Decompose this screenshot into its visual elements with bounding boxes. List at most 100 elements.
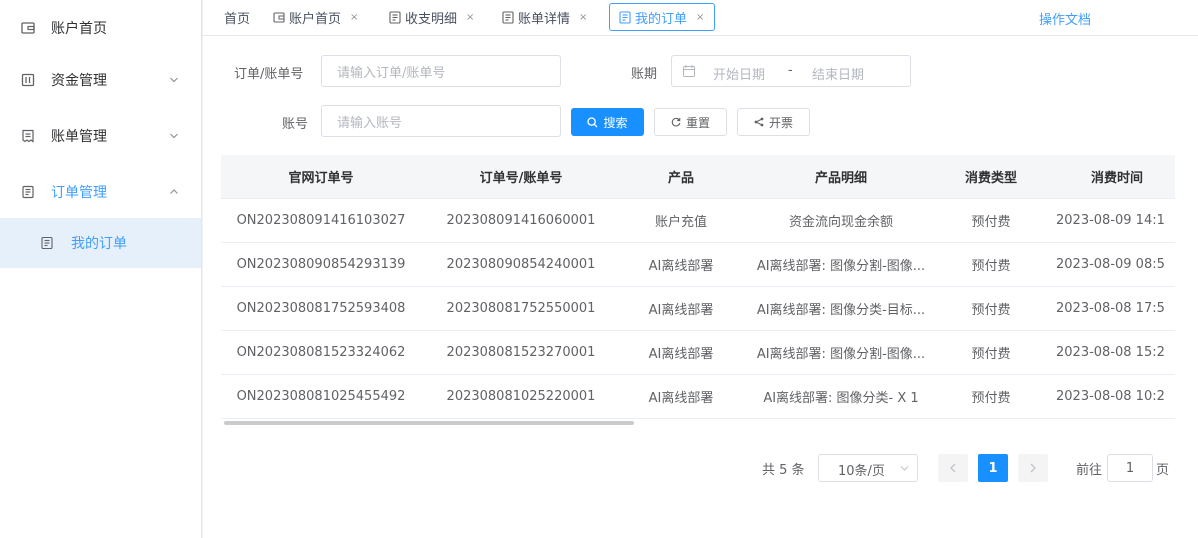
tab-my-orders[interactable]: 我的订单 × bbox=[609, 3, 716, 31]
table-cell: 2023-08-08 15:2 bbox=[1041, 330, 1175, 375]
table-cell: AI离线部署 bbox=[621, 286, 741, 331]
table-cell: AI离线部署: 图像分类-目标... bbox=[741, 286, 941, 331]
table-row[interactable]: ON202308091416103027 202308091416060001 … bbox=[221, 198, 1175, 243]
table-cell: AI离线部署 bbox=[621, 374, 741, 419]
orders-table: 官网订单号 订单号/账单号 产品 产品明细 消费类型 消费时间 ON202308… bbox=[221, 155, 1175, 427]
bill-icon bbox=[22, 129, 34, 143]
tab-label: 账单详情 bbox=[518, 11, 571, 27]
chevron-left-icon bbox=[950, 463, 956, 473]
order-icon bbox=[22, 185, 34, 199]
goto-label: 前往 bbox=[1076, 463, 1103, 478]
order-number-input[interactable]: 请输入订单/账单号 bbox=[321, 55, 561, 87]
chevron-down-icon bbox=[900, 466, 909, 471]
page-size-select[interactable]: 10条/页 bbox=[818, 454, 918, 482]
sidebar-subitem-my-orders[interactable]: 我的订单 bbox=[0, 218, 201, 268]
table-cell: 2023-08-09 14:1 bbox=[1041, 198, 1175, 243]
next-page-button[interactable] bbox=[1018, 454, 1048, 482]
table-cell: 202308081025220001 bbox=[421, 374, 621, 419]
account-input[interactable]: 请输入账号 bbox=[321, 105, 561, 137]
sidebar-item-order-management[interactable]: 订单管理 bbox=[0, 164, 201, 220]
table-cell: 202308081752550001 bbox=[421, 286, 621, 331]
end-date-placeholder[interactable]: 结束日期 bbox=[812, 64, 864, 83]
column-header: 产品 bbox=[621, 155, 741, 199]
table-cell: 202308090854240001 bbox=[421, 242, 621, 287]
table-row[interactable]: ON202308090854293139 202308090854240001 … bbox=[221, 242, 1175, 287]
close-icon[interactable]: × bbox=[579, 12, 587, 23]
horizontal-scrollbar[interactable] bbox=[224, 421, 634, 425]
table-cell: 202308081523270001 bbox=[421, 330, 621, 375]
close-icon[interactable]: × bbox=[696, 12, 704, 23]
fund-icon bbox=[21, 73, 35, 87]
tab-income-expense[interactable]: 收支明细 × bbox=[389, 3, 474, 31]
order-number-label: 订单/账单号 bbox=[234, 67, 304, 82]
table-cell: ON202308091416103027 bbox=[221, 198, 421, 243]
column-header: 消费时间 bbox=[1041, 155, 1175, 199]
sidebar-item-bill-management[interactable]: 账单管理 bbox=[0, 108, 201, 164]
sidebar-item-label: 账户首页 bbox=[51, 21, 107, 37]
pagination-total: 共 5 条 bbox=[762, 463, 805, 478]
account-label: 账号 bbox=[282, 117, 309, 132]
sidebar-item-label: 订单管理 bbox=[51, 185, 107, 201]
tab-bar: 首页 账户首页 × 收支明细 × 账单详情 × 我的订单 × 操作文档 bbox=[203, 0, 1198, 36]
prev-page-button[interactable] bbox=[938, 454, 968, 482]
table-row[interactable]: ON202308081752593408 202308081752550001 … bbox=[221, 286, 1175, 331]
table-cell: ON202308081752593408 bbox=[221, 286, 421, 331]
page-number-current[interactable]: 1 bbox=[978, 454, 1008, 482]
table-cell: ON202308081523324062 bbox=[221, 330, 421, 375]
reset-button-label: 重置 bbox=[685, 115, 710, 130]
table-row[interactable]: ON202308081025455492 202308081025220001 … bbox=[221, 374, 1175, 419]
sidebar-item-label: 资金管理 bbox=[51, 73, 107, 89]
table-cell: 2023-08-09 08:5 bbox=[1041, 242, 1175, 287]
chevron-right-icon bbox=[1030, 463, 1036, 473]
sidebar-item-label: 账单管理 bbox=[51, 129, 107, 145]
table-cell: 预付费 bbox=[941, 242, 1041, 287]
column-header: 产品明细 bbox=[741, 155, 941, 199]
table-cell: ON202308081025455492 bbox=[221, 374, 421, 419]
search-button-label: 搜索 bbox=[603, 115, 628, 130]
sidebar-item-account-home[interactable]: 账户首页 bbox=[0, 0, 201, 56]
tab-label: 我的订单 bbox=[635, 11, 688, 27]
table-header-row: 官网订单号 订单号/账单号 产品 产品明细 消费类型 消费时间 bbox=[221, 155, 1175, 199]
tab-label: 收支明细 bbox=[405, 11, 458, 27]
operation-docs-link[interactable]: 操作文档 bbox=[1039, 9, 1091, 28]
column-header: 消费类型 bbox=[941, 155, 1041, 199]
document-icon bbox=[41, 236, 53, 250]
search-icon bbox=[587, 116, 598, 127]
invoice-button-label: 开票 bbox=[768, 115, 793, 130]
chevron-down-icon bbox=[170, 77, 178, 83]
order-number-placeholder: 请输入订单/账单号 bbox=[337, 65, 446, 81]
close-icon[interactable]: × bbox=[466, 12, 474, 23]
sidebar-subitem-label: 我的订单 bbox=[71, 236, 127, 252]
calendar-icon bbox=[683, 65, 695, 77]
sidebar-item-fund-management[interactable]: 资金管理 bbox=[0, 52, 201, 108]
invoice-button[interactable]: 开票 bbox=[737, 108, 810, 136]
search-button[interactable]: 搜索 bbox=[571, 108, 644, 136]
billing-period-picker[interactable]: 开始日期 - 结束日期 bbox=[671, 55, 911, 87]
table-cell: ON202308090854293139 bbox=[221, 242, 421, 287]
table-cell: AI离线部署: 图像分类- X 1 bbox=[741, 374, 941, 419]
table-cell: 2023-08-08 17:5 bbox=[1041, 286, 1175, 331]
date-range-separator: - bbox=[788, 63, 793, 78]
page-suffix-label: 页 bbox=[1156, 463, 1170, 478]
main-content: 订单/账单号 请输入订单/账单号 账期 开始日期 - 结束日期 账号 请输入账号… bbox=[203, 36, 1198, 538]
tab-home[interactable]: 首页 bbox=[224, 3, 250, 31]
billing-period-label: 账期 bbox=[631, 67, 658, 82]
table-cell: AI离线部署 bbox=[621, 330, 741, 375]
reset-button[interactable]: 重置 bbox=[654, 108, 727, 136]
table-cell: AI离线部署: 图像分割-图像... bbox=[741, 330, 941, 375]
table-cell: 资金流向现金余额 bbox=[741, 198, 941, 243]
tab-bill-detail[interactable]: 账单详情 × bbox=[502, 3, 587, 31]
table-cell: 预付费 bbox=[941, 198, 1041, 243]
close-icon[interactable]: × bbox=[350, 12, 358, 23]
tab-account-home[interactable]: 账户首页 × bbox=[273, 3, 358, 31]
document-icon bbox=[619, 10, 631, 24]
table-row[interactable]: ON202308081523324062 202308081523270001 … bbox=[221, 330, 1175, 375]
goto-page-input[interactable]: 1 bbox=[1107, 454, 1153, 482]
chevron-down-icon bbox=[170, 133, 178, 139]
tab-label: 账户首页 bbox=[289, 11, 342, 27]
table-cell: AI离线部署: 图像分割-图像... bbox=[741, 242, 941, 287]
chevron-up-icon bbox=[170, 189, 178, 194]
start-date-placeholder[interactable]: 开始日期 bbox=[713, 64, 765, 83]
refresh-icon bbox=[671, 117, 681, 127]
table-cell: 2023-08-08 10:2 bbox=[1041, 374, 1175, 419]
